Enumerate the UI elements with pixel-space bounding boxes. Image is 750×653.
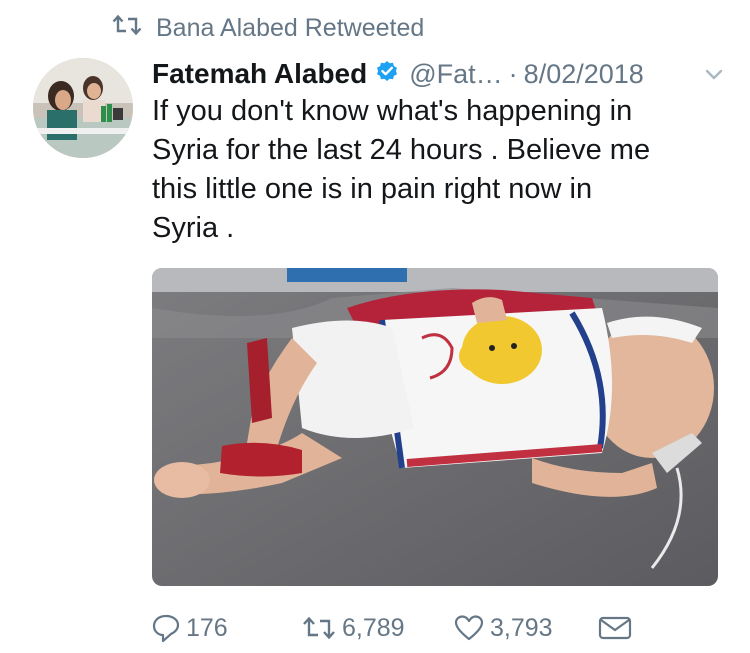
tweet-actions: 176 6,789 3,793 <box>152 608 730 648</box>
handle[interactable]: @Fat… <box>409 59 502 90</box>
reply-count: 176 <box>186 613 228 642</box>
retweet-button[interactable]: 6,789 <box>302 608 405 648</box>
reply-button[interactable]: 176 <box>152 608 228 648</box>
separator-dot: · <box>508 58 518 89</box>
tweet-photo[interactable] <box>152 268 718 586</box>
chevron-down-icon[interactable] <box>702 62 726 86</box>
heart-icon <box>454 614 484 642</box>
display-name[interactable]: Fatemah Alabed <box>152 58 367 90</box>
like-button[interactable]: 3,793 <box>454 608 553 648</box>
direct-message-button[interactable] <box>598 608 632 648</box>
retweet-icon <box>112 14 142 43</box>
tweet-date[interactable]: 8/02/2018 <box>524 59 644 90</box>
verified-badge-icon <box>367 60 399 89</box>
retweet-count: 6,789 <box>342 613 405 642</box>
reply-icon <box>152 613 180 643</box>
retweet-banner: Bana Alabed Retweeted <box>112 12 424 44</box>
like-count: 3,793 <box>490 613 553 642</box>
tweet-header: Fatemah Alabed @Fat… · 8/02/2018 <box>152 54 726 94</box>
retweet-icon <box>302 616 336 640</box>
tweet-text: If you don't know what's happening in Sy… <box>152 95 651 244</box>
avatar[interactable] <box>33 58 133 158</box>
envelope-icon <box>598 615 632 641</box>
retweet-banner-label[interactable]: Bana Alabed Retweeted <box>156 14 424 43</box>
